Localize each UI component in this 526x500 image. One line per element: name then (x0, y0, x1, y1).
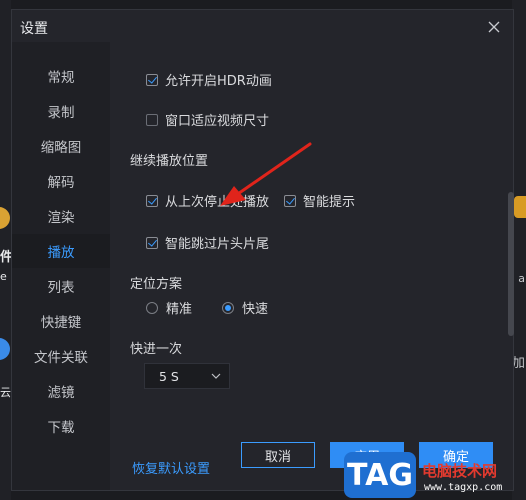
background-app-icon (0, 207, 10, 229)
background-app-icon (514, 196, 526, 218)
checkbox-unchecked-icon (146, 113, 158, 126)
resume-last-position-checkbox[interactable]: 从上次停止处播放 (146, 191, 269, 210)
playback-settings-panel: 允许开启HDR动画 窗口适应视频尺寸 继续播放位置 从上次停止处播放 智能提示 … (110, 42, 514, 490)
sidebar-item-label: 解码 (47, 175, 75, 191)
checkbox-checked-icon (146, 73, 158, 86)
sidebar-item-shortcuts[interactable]: 快捷键 (12, 304, 110, 338)
sidebar-item-label: 渲染 (47, 210, 75, 226)
radio-unselected-icon (146, 301, 158, 314)
site-watermark: TAG 电脑技术网 www.tagxp.com (344, 452, 526, 500)
close-icon (488, 21, 500, 33)
sidebar-item-label: 播放 (47, 245, 75, 261)
settings-sidebar: 常规 录制 缩略图 解码 渲染 播放 列表 快捷键 文件关联 滤镜 下载 (12, 42, 110, 490)
restore-defaults-link[interactable]: 恢复默认设置 (132, 458, 210, 477)
sidebar-item-label: 常规 (47, 70, 75, 86)
select-value: 5 S (159, 368, 179, 384)
sidebar-item-download[interactable]: 下载 (12, 409, 110, 443)
watermark-title: 电脑技术网 (422, 462, 498, 480)
dialog-title: 设置 (20, 21, 48, 37)
sidebar-item-label: 快捷键 (40, 315, 82, 331)
checkbox-label: 从上次停止处播放 (165, 195, 270, 210)
radio-selected-icon (222, 301, 234, 314)
fit-window-checkbox[interactable]: 窗口适应视频尺寸 (146, 110, 269, 129)
sidebar-item-general[interactable]: 常规 (12, 59, 110, 93)
resume-section-title: 继续播放位置 (130, 154, 209, 169)
background-app-right: a 加 (512, 0, 526, 500)
cancel-button[interactable]: 取消 (241, 442, 315, 468)
checkbox-label: 智能提示 (303, 195, 356, 210)
settings-dialog: 设置 常规 录制 缩略图 解码 渲染 播放 列表 快捷键 文件关联 滤镜 下载 … (11, 9, 514, 491)
seek-fast-radio[interactable]: 快速 (222, 298, 268, 317)
radio-label: 快速 (242, 302, 269, 317)
sidebar-item-thumbnail[interactable]: 缩略图 (12, 129, 110, 163)
allow-hdr-checkbox[interactable]: 允许开启HDR动画 (146, 70, 272, 89)
dialog-titlebar: 设置 (12, 10, 513, 42)
sidebar-item-decode[interactable]: 解码 (12, 164, 110, 198)
background-app-left: 件 e 云 (0, 0, 13, 500)
checkbox-checked-icon (284, 194, 296, 207)
background-label: e (0, 270, 7, 283)
sidebar-item-filters[interactable]: 滤镜 (12, 374, 110, 408)
sidebar-item-label: 列表 (47, 280, 75, 296)
sidebar-item-label: 文件关联 (34, 350, 88, 366)
sidebar-item-playback[interactable]: 播放 (12, 234, 110, 268)
sidebar-item-label: 滤镜 (47, 385, 75, 401)
forward-section-title: 快进一次 (130, 342, 183, 357)
seek-section-title: 定位方案 (130, 277, 183, 292)
chevron-down-icon (211, 373, 221, 379)
seek-precise-radio[interactable]: 精准 (146, 298, 192, 317)
checkbox-checked-icon (146, 236, 158, 249)
watermark-url: www.tagxp.com (424, 482, 503, 493)
checkbox-checked-icon (146, 194, 158, 207)
smart-hint-checkbox[interactable]: 智能提示 (284, 191, 355, 210)
sidebar-item-label: 录制 (47, 105, 75, 121)
sidebar-item-file-association[interactable]: 文件关联 (12, 339, 110, 373)
checkbox-label: 智能跳过片头片尾 (165, 237, 270, 252)
forward-step-select[interactable]: 5 S (144, 363, 230, 389)
close-button[interactable] (485, 18, 503, 36)
radio-label: 精准 (166, 302, 193, 317)
sidebar-item-render[interactable]: 渲染 (12, 199, 110, 233)
sidebar-item-list[interactable]: 列表 (12, 269, 110, 303)
watermark-logo: TAG (344, 452, 416, 498)
checkbox-label: 允许开启HDR动画 (165, 74, 272, 89)
sidebar-item-record[interactable]: 录制 (12, 94, 110, 128)
sidebar-item-label: 缩略图 (40, 140, 82, 156)
checkbox-label: 窗口适应视频尺寸 (165, 114, 270, 129)
skip-intro-outro-checkbox[interactable]: 智能跳过片头片尾 (146, 233, 269, 252)
background-label: a (518, 272, 525, 285)
sidebar-item-label: 下载 (47, 420, 75, 436)
background-label: 云 (0, 386, 11, 399)
background-app-icon (0, 338, 10, 360)
scrollbar-thumb[interactable] (508, 192, 514, 336)
